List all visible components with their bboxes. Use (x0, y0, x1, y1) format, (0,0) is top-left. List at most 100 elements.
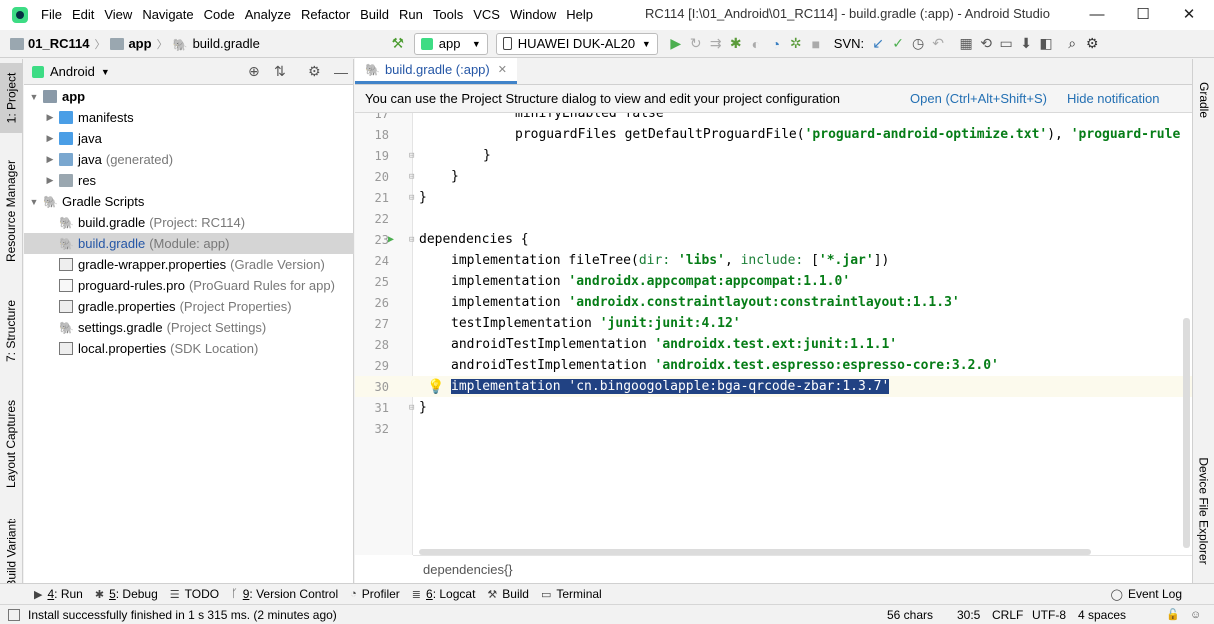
tree-item-manifests[interactable]: ▶ manifests (24, 107, 354, 128)
collapse-all-icon[interactable]: ⇅ (274, 63, 286, 80)
collapse-arrow-icon[interactable]: ▶ (44, 133, 56, 144)
indent-setting[interactable]: 4 spaces (1078, 608, 1126, 622)
hide-notification-link[interactable]: Hide notification (1067, 91, 1160, 106)
menu-build[interactable]: Build (355, 0, 394, 30)
fold-icon[interactable]: ⊟ (409, 403, 414, 413)
menu-code[interactable]: Code (199, 0, 240, 30)
lock-icon[interactable]: 🔓 (1166, 608, 1180, 621)
open-project-structure-link[interactable]: Open (Ctrl+Alt+Shift+S) (910, 91, 1047, 106)
maximize-icon[interactable]: ☐ (1120, 0, 1166, 28)
code-area[interactable]: 17 minifyEnabled false 18 proguardFiles … (355, 113, 1192, 555)
tree-item-java[interactable]: ▶ java (24, 128, 354, 149)
tree-item-gradle-properties[interactable]: gradle.properties (Project Properties) (24, 296, 354, 317)
menu-edit[interactable]: Edit (67, 0, 99, 30)
tool-logcat[interactable]: ≣ 6: Logcat (412, 587, 476, 601)
breadcrumb-module[interactable]: app (110, 36, 152, 51)
fold-icon[interactable]: ⊟ (409, 193, 414, 203)
run-icon[interactable]: ▶ (666, 34, 686, 54)
tab-structure[interactable]: 7: Structure (0, 291, 23, 371)
menu-vcs[interactable]: VCS (468, 0, 505, 30)
tree-item-gradle-scripts[interactable]: ▼ 🐘 Gradle Scripts (24, 191, 354, 212)
layout-inspector-icon[interactable]: ◧ (1036, 34, 1056, 54)
tree-item-settings-gradle[interactable]: 🐘 settings.gradle (Project Settings) (24, 317, 354, 338)
run-gutter-icon[interactable]: ▶ (388, 234, 394, 245)
coverage-icon[interactable]: ◐ (746, 34, 766, 54)
settings-icon[interactable]: ⚙ (1082, 34, 1102, 54)
svn-commit-icon[interactable]: ✓ (888, 34, 908, 54)
tab-layout-captures[interactable]: Layout Captures (0, 389, 23, 499)
vertical-scrollbar[interactable] (1183, 318, 1190, 548)
menu-analyze[interactable]: Analyze (240, 0, 296, 30)
tool-debug[interactable]: ✱ 5: Debug (95, 587, 158, 601)
locate-icon[interactable]: ⊕ (248, 63, 260, 80)
collapse-arrow-icon[interactable]: ▶ (44, 154, 56, 165)
stop-icon[interactable]: ■ (806, 34, 826, 54)
project-structure-icon[interactable]: ▦ (956, 34, 976, 54)
project-view-select[interactable]: Android (50, 64, 95, 79)
breadcrumb-project[interactable]: 01_RC114 (10, 36, 89, 51)
attach-debugger-icon[interactable]: ✲ (786, 34, 806, 54)
menu-refactor[interactable]: Refactor (296, 0, 355, 30)
tree-item-app[interactable]: ▼ app (24, 86, 354, 107)
profile-icon[interactable]: ◔ (766, 34, 786, 54)
tab-build-variants[interactable]: Build Variants (0, 519, 23, 583)
collapse-arrow-icon[interactable]: ▶ (44, 175, 56, 186)
svn-update-icon[interactable]: ↙ (868, 34, 888, 54)
tab-device-file-explorer[interactable]: Device File Explorer (1193, 451, 1214, 571)
gear-icon[interactable]: ⚙ (308, 63, 321, 80)
tree-item-local-properties[interactable]: local.properties (SDK Location) (24, 338, 354, 359)
breadcrumb-dependencies[interactable]: dependencies{} (423, 562, 513, 577)
editor-tab-build-gradle[interactable]: 🐘 build.gradle (:app) ✕ (355, 58, 517, 84)
avd-manager-icon[interactable]: ▭ (996, 34, 1016, 54)
tree-item-build-gradle-module[interactable]: 🐘 build.gradle (Module: app) (24, 233, 354, 254)
dropdown-arrow-icon[interactable]: ▼ (101, 67, 110, 77)
tool-event-log[interactable]: ◯ Event Log (1111, 587, 1182, 601)
tree-item-proguard-rules[interactable]: proguard-rules.pro (ProGuard Rules for a… (24, 275, 354, 296)
expand-arrow-icon[interactable]: ▼ (28, 92, 40, 102)
tree-item-java-generated[interactable]: ▶ java (generated) (24, 149, 354, 170)
apply-code-changes-icon[interactable]: ⇉ (706, 34, 726, 54)
menu-window[interactable]: Window (505, 0, 561, 30)
tab-resource-manager[interactable]: Resource Manager (0, 151, 23, 271)
caret-position[interactable]: 30:5 (957, 608, 980, 622)
hide-icon[interactable]: — (334, 64, 348, 80)
menu-navigate[interactable]: Navigate (137, 0, 198, 30)
tree-item-build-gradle-project[interactable]: 🐘 build.gradle (Project: RC114) (24, 212, 354, 233)
menu-help[interactable]: Help (561, 0, 598, 30)
close-tab-icon[interactable]: ✕ (498, 63, 507, 76)
menu-view[interactable]: View (99, 0, 137, 30)
tool-build[interactable]: ⚒ Build (487, 587, 529, 601)
collapse-arrow-icon[interactable]: ▶ (44, 112, 56, 123)
breadcrumb-file[interactable]: 🐘 build.gradle (173, 36, 260, 52)
tab-gradle[interactable]: Gradle (1193, 65, 1214, 135)
line-separator[interactable]: CRLF (992, 608, 1023, 622)
device-select[interactable]: HUAWEI DUK-AL20 ▼ (495, 32, 658, 55)
tree-item-res[interactable]: ▶ res (24, 170, 354, 191)
search-icon[interactable]: ⌕ (1062, 34, 1082, 54)
make-project-icon[interactable]: ⚒ (388, 34, 408, 54)
fold-icon[interactable]: ⊟ (409, 172, 414, 182)
menu-file[interactable]: File (36, 0, 67, 30)
tree-item-gradle-wrapper[interactable]: gradle-wrapper.properties (Gradle Versio… (24, 254, 354, 275)
tool-run[interactable]: ▶ 4: Run (34, 587, 83, 601)
sync-gradle-icon[interactable]: ⟲ (976, 34, 996, 54)
tool-terminal[interactable]: ▭ Terminal (541, 587, 602, 601)
status-toggle-icon[interactable] (8, 608, 20, 621)
file-encoding[interactable]: UTF-8 (1032, 608, 1066, 622)
apply-changes-icon[interactable]: ↻ (686, 34, 706, 54)
inspector-icon[interactable]: ☺ (1190, 609, 1201, 621)
status-message[interactable]: Install successfully finished in 1 s 315… (28, 608, 337, 622)
history-icon[interactable]: ◷ (908, 34, 928, 54)
sdk-manager-icon[interactable]: ⬇ (1016, 34, 1036, 54)
close-icon[interactable]: ✕ (1166, 0, 1212, 28)
menu-run[interactable]: Run (394, 0, 428, 30)
run-config-select[interactable]: app ▼ (413, 32, 488, 55)
rollback-icon[interactable]: ↶ (928, 34, 948, 54)
fold-icon[interactable]: ⊟ (409, 235, 414, 245)
minimize-icon[interactable]: — (1074, 0, 1120, 28)
tool-todo[interactable]: ☰ TODO (170, 587, 219, 601)
tool-version-control[interactable]: ᚴ9: Version Control (231, 587, 338, 601)
tool-profiler[interactable]: ◔ Profiler (350, 587, 400, 601)
tab-project[interactable]: 1: Project (0, 63, 23, 133)
fold-icon[interactable]: ⊟ (409, 151, 414, 161)
